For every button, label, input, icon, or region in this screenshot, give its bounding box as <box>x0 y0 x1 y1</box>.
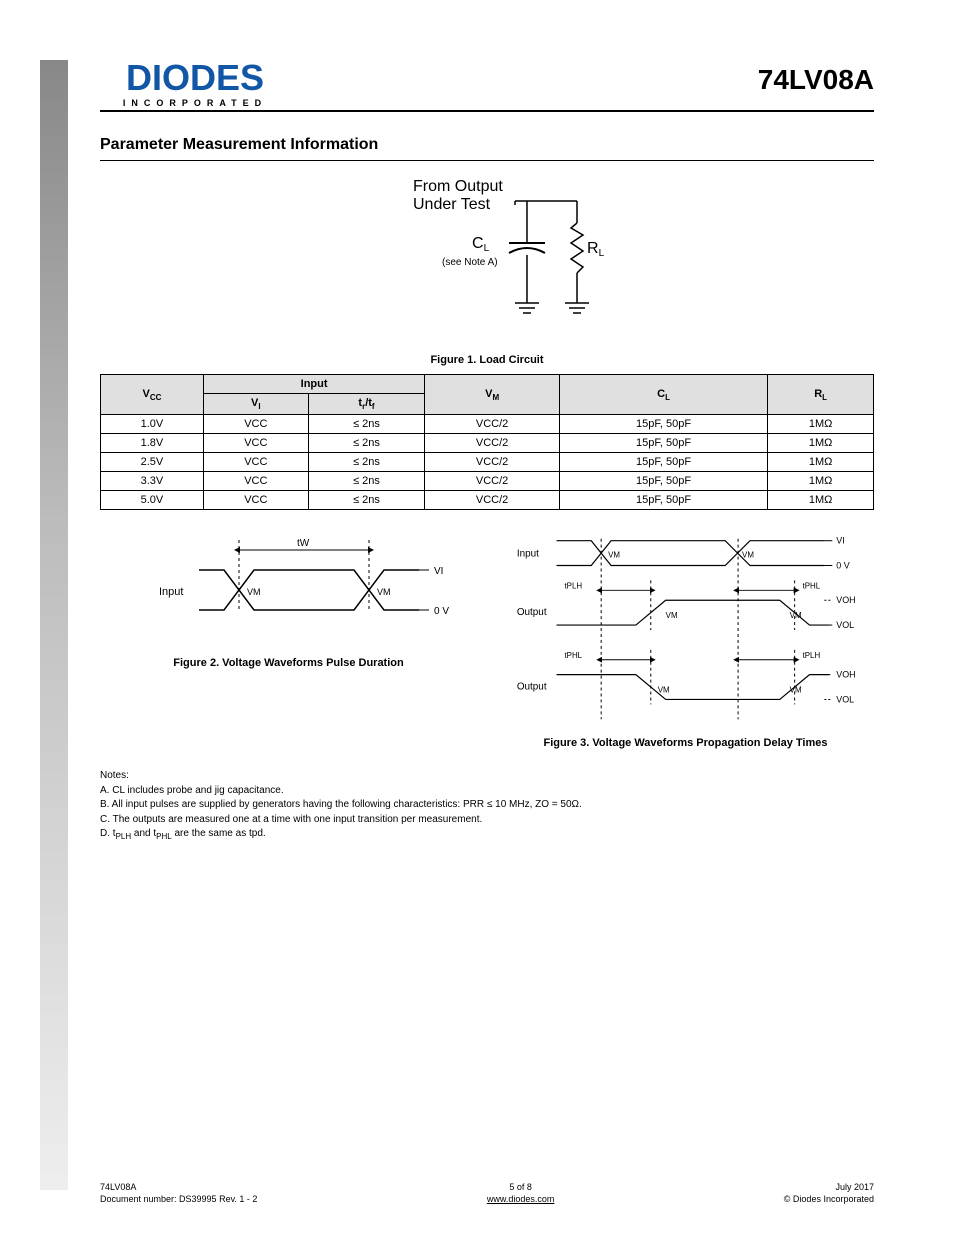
lbl-vm2: VM <box>377 587 391 597</box>
label-rl: R <box>587 240 599 257</box>
svg-text:VM: VM <box>742 551 754 560</box>
th-vcc: VCC <box>101 375 204 415</box>
svg-text:RL: RL <box>587 240 605 259</box>
th-input: Input <box>203 375 424 394</box>
svg-text:VM: VM <box>666 611 678 620</box>
svg-text:VM: VM <box>658 686 670 695</box>
svg-text:Output: Output <box>517 682 547 693</box>
svg-text:tPHL: tPHL <box>803 582 821 591</box>
figure1-caption: Figure 1. Load Circuit <box>100 354 874 366</box>
notes-lead: Notes: <box>100 770 129 781</box>
lbl-input3: Input <box>517 549 539 560</box>
footer-right: July 2017 © Diodes Incorporated <box>784 1181 874 1205</box>
section-title: Parameter Measurement Information <box>100 132 874 161</box>
svg-text:tPLH: tPLH <box>803 651 821 660</box>
th-trtf: tr/tf <box>308 394 425 415</box>
svg-text:VOL: VOL <box>836 620 854 630</box>
svg-text:Output: Output <box>517 607 547 618</box>
page-footer: 74LV08A Document number: DS39995 Rev. 1 … <box>100 1181 874 1205</box>
th-vi: VI <box>203 394 308 415</box>
svg-text:VOH: VOH <box>836 595 855 605</box>
table-row: 5.0V VCC ≤ 2ns VCC/2 15pF, 50pF 1MΩ <box>101 491 874 510</box>
table-row: 1.8V VCC ≤ 2ns VCC/2 15pF, 50pF 1MΩ <box>101 434 874 453</box>
company-logo: DIODES INCORPORATED <box>100 60 290 108</box>
label-note-a: (see Note A) <box>442 257 498 268</box>
table-row: 2.5V VCC ≤ 2ns VCC/2 15pF, 50pF 1MΩ <box>101 453 874 472</box>
svg-text:tPHL: tPHL <box>564 651 582 660</box>
lbl-vm: VM <box>247 587 261 597</box>
footer-center: 5 of 8 www.diodes.com <box>487 1181 555 1205</box>
figure-load-circuit: From Output Under Test CL (see Note A) <box>100 173 874 346</box>
lbl-vi: VI <box>434 566 443 577</box>
figure2-pulse-duration: tW Input VM VM VI 0 V Figure 2. Voltage … <box>100 530 477 757</box>
svg-text:VOL: VOL <box>836 695 854 705</box>
svg-text:VOH: VOH <box>836 670 855 680</box>
svg-text:tPLH: tPLH <box>564 582 582 591</box>
svg-text:VI: VI <box>836 536 844 546</box>
logo-text: DIODES <box>126 60 264 96</box>
svg-text:VM: VM <box>790 686 802 695</box>
svg-text:0 V: 0 V <box>836 561 849 571</box>
footer-link[interactable]: www.diodes.com <box>487 1194 555 1204</box>
label-cl-sub: L <box>484 243 490 254</box>
figure3-caption: Figure 3. Voltage Waveforms Propagation … <box>497 737 874 749</box>
lbl-0v: 0 V <box>434 606 449 617</box>
svg-text:CL: CL <box>472 235 490 254</box>
table-row: 1.0V VCC ≤ 2ns VCC/2 15pF, 50pF 1MΩ <box>101 415 874 434</box>
th-rl: RL <box>768 375 874 415</box>
footer-left: 74LV08A Document number: DS39995 Rev. 1 … <box>100 1181 257 1205</box>
left-gradient-bar <box>40 60 68 1190</box>
part-number: 74LV08A <box>758 64 874 104</box>
notes-block: Notes: A. CL includes probe and jig capa… <box>100 769 874 843</box>
figure2-caption: Figure 2. Voltage Waveforms Pulse Durati… <box>100 657 477 669</box>
note-a: A. CL includes probe and jig capacitance… <box>100 785 284 796</box>
label-from-output: From Output <box>413 178 503 195</box>
lbl-tw: tW <box>297 538 310 549</box>
label-rl-sub: L <box>599 248 605 259</box>
page-header: DIODES INCORPORATED 74LV08A <box>100 60 874 112</box>
note-c: C. The outputs are measured one at a tim… <box>100 814 482 825</box>
figure3-prop-delay: Input VM VM VI 0 V tPLH tPHL Output V <box>497 530 874 757</box>
parameter-table: VCC Input VM CL RL VI tr/tf 1.0V VCC ≤ 2… <box>100 374 874 510</box>
svg-text:VM: VM <box>608 551 620 560</box>
label-cl: C <box>472 235 484 252</box>
note-b: B. All input pulses are supplied by gene… <box>100 799 582 810</box>
logo-subtext: INCORPORATED <box>123 98 267 108</box>
th-vm: VM <box>425 375 560 415</box>
note-d: D. tPLH and tPHL are the same as tpd. <box>100 828 266 839</box>
th-cl: CL <box>559 375 767 415</box>
svg-text:VM: VM <box>790 611 802 620</box>
label-under-test: Under Test <box>413 196 491 213</box>
table-row: 3.3V VCC ≤ 2ns VCC/2 15pF, 50pF 1MΩ <box>101 472 874 491</box>
lbl-input: Input <box>159 586 183 598</box>
